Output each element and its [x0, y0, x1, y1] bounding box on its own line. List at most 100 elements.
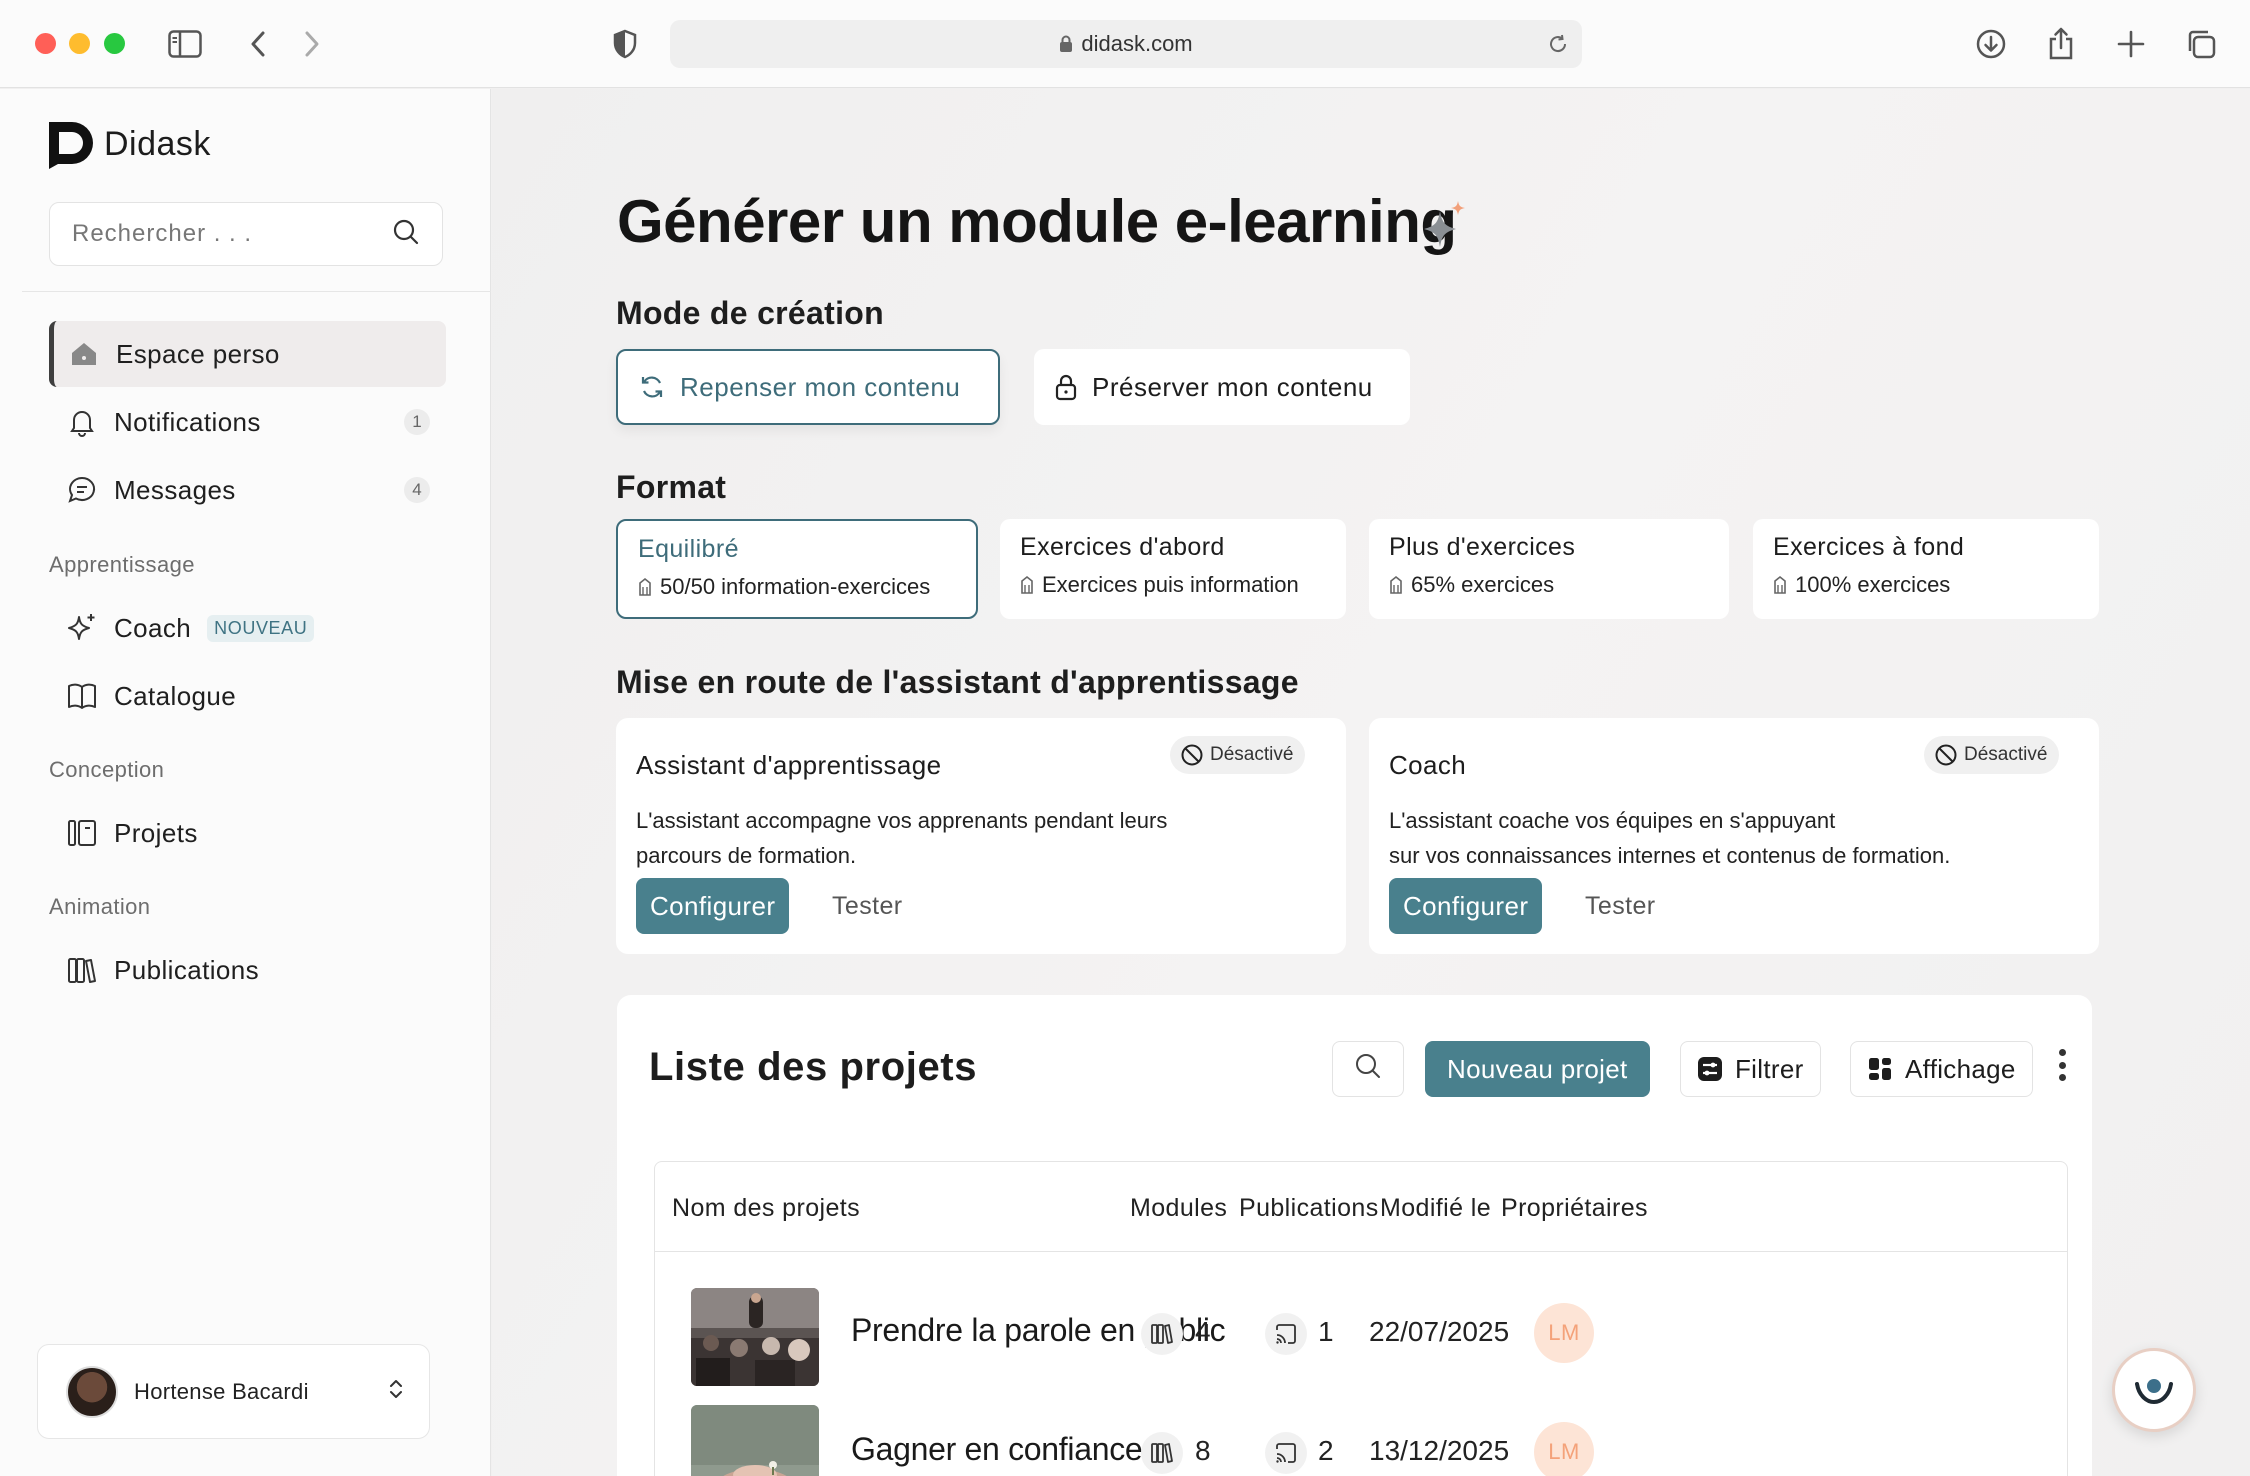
sidebar-item-espace-perso[interactable]: Espace perso	[49, 321, 446, 387]
modified-date: 13/12/2025	[1369, 1435, 1510, 1466]
zoom-window-button[interactable]	[104, 33, 125, 54]
cast-icon	[1265, 1432, 1307, 1474]
page-title: Générer un module e-learning	[617, 188, 1457, 255]
status-text: Désactivé	[1964, 744, 2048, 765]
filter-icon	[1697, 1056, 1723, 1082]
sidebar-item-publications[interactable]: Publications	[49, 937, 446, 1003]
test-button[interactable]: Tester	[1585, 878, 1655, 934]
messages-count: 4	[404, 477, 430, 503]
owner-avatar[interactable]: LM	[1534, 1303, 1594, 1363]
mode-option-label: Repenser mon contenu	[680, 371, 961, 402]
chevron-up-down-icon	[387, 1378, 405, 1405]
column-header-modified[interactable]: Modifié le	[1380, 1194, 1491, 1223]
modules-icon	[1141, 1432, 1183, 1474]
more-options-icon[interactable]	[2057, 1049, 2067, 1081]
new-project-button[interactable]: Nouveau projet	[1425, 1041, 1650, 1097]
back-icon[interactable]	[236, 22, 280, 66]
assistant-card: Assistant d'apprentissage Désactivé L'as…	[616, 718, 1346, 954]
sidebar-item-messages[interactable]: Messages 4	[49, 457, 446, 523]
format-option-title: Plus d'exercices	[1389, 533, 1576, 561]
user-menu[interactable]: Hortense Bacardi	[37, 1344, 430, 1439]
format-option-plus-dexercices[interactable]: Plus d'exercices 65% exercices	[1369, 519, 1729, 619]
sidebar-search[interactable]: Rechercher . . .	[49, 202, 443, 266]
assistant-eye-icon	[2131, 1368, 2177, 1413]
sidebar-item-projets[interactable]: Projets	[49, 800, 446, 866]
format-option-exercices-dabord[interactable]: Exercices d'abord Exercices puis informa…	[1000, 519, 1346, 619]
main-content: Générer un module e-learning Mode de cré…	[492, 89, 2250, 1476]
open-book-icon	[64, 678, 100, 714]
column-header-owners[interactable]: Propriétaires	[1501, 1194, 1648, 1223]
mode-option-preserver[interactable]: Préserver mon contenu	[1034, 349, 1410, 425]
sparkle-icon	[1420, 199, 1478, 262]
minimize-window-button[interactable]	[69, 33, 90, 54]
column-header-modules[interactable]: Modules	[1130, 1194, 1227, 1223]
shield-icon[interactable]	[603, 22, 647, 66]
brand-logo[interactable]: Didask	[46, 119, 211, 169]
tab-overview-icon[interactable]	[2179, 22, 2223, 66]
download-icon[interactable]	[1969, 22, 2013, 66]
creation-mode-heading: Mode de création	[616, 295, 884, 331]
lock-icon	[1054, 373, 1078, 401]
assistant-launcher-button[interactable]	[2112, 1348, 2196, 1432]
filter-button[interactable]: Filtrer	[1680, 1041, 1821, 1097]
address-bar[interactable]: didask.com	[670, 20, 1582, 68]
modules-icon	[1141, 1313, 1183, 1355]
coach-card: Coach Désactivé L'assistant coache vos é…	[1369, 718, 2099, 954]
project-thumbnail	[691, 1288, 819, 1386]
configure-button[interactable]: Configurer	[1389, 878, 1543, 934]
chat-bubble-icon	[64, 472, 100, 508]
projects-search-button[interactable]	[1332, 1041, 1404, 1097]
grid-icon	[1867, 1056, 1893, 1082]
table-row[interactable]: Gagner en confiance 8 2 13/12/2025 LM	[655, 1405, 2067, 1476]
status-badge: Désactivé	[1170, 736, 1306, 774]
disabled-icon	[1180, 743, 1204, 767]
column-header-publications[interactable]: Publications	[1239, 1194, 1379, 1223]
card-title: Coach	[1389, 750, 1467, 780]
search-icon	[1354, 1052, 1382, 1087]
sidebar-item-label: Publications	[114, 954, 259, 985]
forward-icon[interactable]	[290, 22, 334, 66]
bell-icon	[64, 404, 100, 440]
format-option-equilibre[interactable]: Equilibré 50/50 information-exercices	[616, 519, 978, 619]
user-name: Hortense Bacardi	[134, 1378, 309, 1404]
test-button[interactable]: Tester	[832, 878, 902, 934]
new-tab-icon[interactable]	[2109, 22, 2153, 66]
sidebar-toggle-icon[interactable]	[163, 22, 207, 66]
didask-logo-icon	[49, 122, 93, 169]
format-option-title: Equilibré	[638, 535, 739, 563]
mode-option-repenser[interactable]: Repenser mon contenu	[616, 349, 1000, 425]
column-header-name[interactable]: Nom des projets	[672, 1194, 860, 1223]
modules-count: 8	[1195, 1435, 1211, 1466]
sidebar-item-notifications[interactable]: Notifications 1	[49, 389, 446, 455]
format-option-exercices-a-fond[interactable]: Exercices à fond 100% exercices	[1753, 519, 2099, 619]
sidebar-item-label: Coach	[114, 612, 192, 643]
configure-button[interactable]: Configurer	[636, 878, 790, 934]
table-row[interactable]: Prendre la parole en public 4 1 22/07/20…	[655, 1288, 2067, 1406]
sidebar-item-label: Catalogue	[114, 680, 237, 711]
project-columns-icon	[64, 815, 100, 851]
sidebar-item-coach[interactable]: Coach NOUVEAU	[49, 595, 446, 661]
card-description: L'assistant coache vos équipes en s'appu…	[1389, 803, 2069, 873]
sparkle-icon	[64, 610, 100, 646]
owner-avatar[interactable]: LM	[1534, 1422, 1594, 1476]
close-window-button[interactable]	[35, 33, 56, 54]
sidebar-item-catalogue[interactable]: Catalogue	[49, 663, 446, 729]
sidebar-item-label: Messages	[114, 474, 236, 505]
section-label-animation: Animation	[49, 894, 151, 919]
project-name[interactable]: Gagner en confiance	[851, 1431, 1143, 1468]
mortarboard-icon	[1773, 575, 1787, 595]
cast-icon	[1265, 1313, 1307, 1355]
mortarboard-icon	[1020, 575, 1034, 595]
search-placeholder: Rechercher . . .	[72, 220, 253, 247]
home-icon	[66, 336, 102, 372]
modules-count: 4	[1195, 1316, 1211, 1347]
section-label-apprentissage: Apprentissage	[49, 552, 195, 577]
display-button[interactable]: Affichage	[1850, 1041, 2033, 1097]
reload-icon[interactable]	[1546, 32, 1570, 62]
filter-label: Filtrer	[1735, 1053, 1804, 1084]
card-description-line: L'assistant accompagne vos apprenants pe…	[636, 808, 1168, 833]
format-option-title: Exercices à fond	[1773, 533, 1965, 561]
sidebar-divider	[22, 291, 491, 292]
share-icon[interactable]	[2039, 22, 2083, 66]
sidebar: Didask Rechercher . . . Espace perso Not…	[0, 89, 491, 1476]
